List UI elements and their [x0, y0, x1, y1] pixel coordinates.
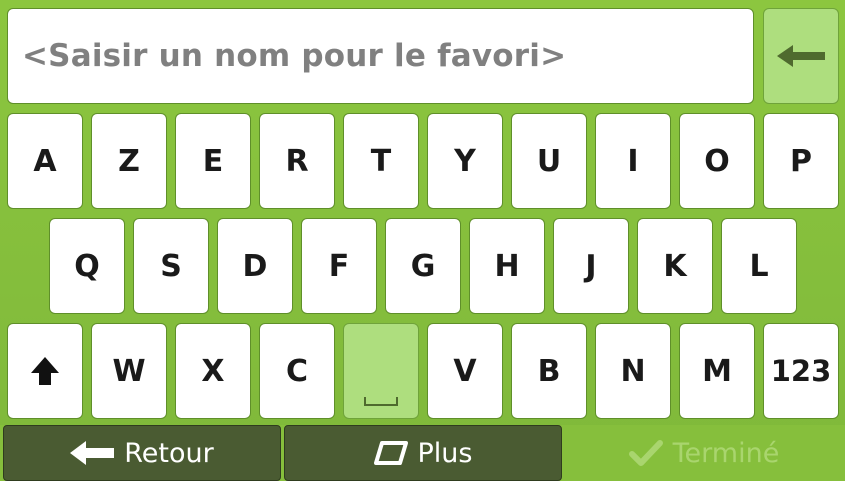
key-e[interactable]: E: [175, 113, 251, 209]
key-r[interactable]: R: [259, 113, 335, 209]
checkmark-icon: [628, 440, 663, 466]
left-arrow-icon: [70, 441, 115, 465]
key-i[interactable]: I: [595, 113, 671, 209]
key-x[interactable]: X: [175, 323, 251, 419]
key-label: V: [453, 353, 477, 389]
key-label: 123: [770, 354, 832, 388]
key-u[interactable]: U: [511, 113, 587, 209]
key-v[interactable]: V: [427, 323, 503, 419]
key-label: R: [285, 143, 309, 179]
key-l[interactable]: L: [721, 218, 797, 314]
key-f[interactable]: F: [301, 218, 377, 314]
key-n[interactable]: N: [595, 323, 671, 419]
key-label: G: [410, 248, 436, 284]
space-key[interactable]: [343, 323, 419, 419]
space-bar-icon: [364, 397, 398, 406]
key-label: C: [285, 353, 309, 389]
key-m[interactable]: M: [679, 323, 755, 419]
numbers-key[interactable]: 123: [763, 323, 839, 419]
key-label: Y: [454, 143, 476, 179]
key-label: K: [663, 248, 687, 284]
key-label: B: [537, 353, 561, 389]
done-button[interactable]: Terminé: [565, 425, 843, 481]
key-label: D: [242, 248, 268, 284]
key-label: E: [202, 143, 224, 179]
key-a[interactable]: A: [7, 113, 83, 209]
key-label: Z: [118, 143, 140, 179]
more-button[interactable]: Plus: [284, 425, 562, 481]
shift-arrow-icon: [31, 357, 59, 385]
key-label: M: [702, 353, 732, 389]
done-label: Terminé: [672, 437, 780, 469]
back-label: Retour: [124, 437, 214, 469]
shift-key[interactable]: [7, 323, 83, 419]
key-label: T: [370, 143, 392, 179]
key-label: W: [112, 353, 146, 389]
key-d[interactable]: D: [217, 218, 293, 314]
key-label: L: [749, 248, 769, 284]
key-label: I: [627, 143, 639, 179]
backspace-arrow-icon: [777, 45, 825, 67]
key-label: X: [201, 353, 225, 389]
input-placeholder: <Saisir un nom pour le favori>: [22, 38, 567, 74]
more-label: Plus: [417, 437, 473, 469]
key-label: N: [620, 353, 646, 389]
key-o[interactable]: O: [679, 113, 755, 209]
key-label: S: [160, 248, 182, 284]
key-g[interactable]: G: [385, 218, 461, 314]
key-p[interactable]: P: [763, 113, 839, 209]
keyboard-screen: <Saisir un nom pour le favori> A Z E R T…: [0, 0, 845, 481]
backspace-button[interactable]: [763, 8, 839, 104]
key-j[interactable]: J: [553, 218, 629, 314]
key-label: P: [790, 143, 812, 179]
favorite-name-input[interactable]: <Saisir un nom pour le favori>: [7, 8, 754, 104]
key-label: U: [536, 143, 562, 179]
key-s[interactable]: S: [133, 218, 209, 314]
key-c[interactable]: C: [259, 323, 335, 419]
key-label: A: [33, 143, 57, 179]
key-q[interactable]: Q: [49, 218, 125, 314]
key-k[interactable]: K: [637, 218, 713, 314]
key-t[interactable]: T: [343, 113, 419, 209]
key-label: J: [585, 248, 597, 284]
key-z[interactable]: Z: [91, 113, 167, 209]
key-label: O: [704, 143, 730, 179]
rounded-square-icon: [373, 441, 408, 465]
key-y[interactable]: Y: [427, 113, 503, 209]
key-w[interactable]: W: [91, 323, 167, 419]
key-label: H: [494, 248, 520, 284]
back-button[interactable]: Retour: [3, 425, 281, 481]
key-b[interactable]: B: [511, 323, 587, 419]
key-label: Q: [74, 248, 100, 284]
key-h[interactable]: H: [469, 218, 545, 314]
key-label: F: [328, 248, 350, 284]
